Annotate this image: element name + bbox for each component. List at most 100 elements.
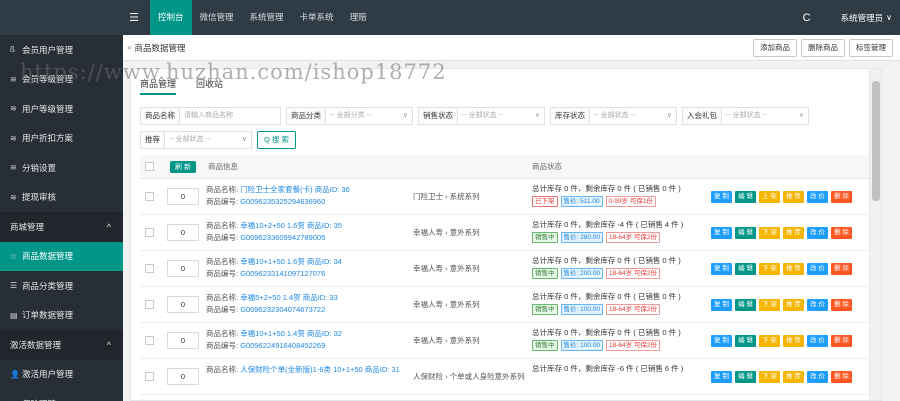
select-all-checkbox[interactable] [145, 162, 154, 171]
sidebar-item[interactable]: ≋ 用户折扣方案 [0, 124, 123, 154]
row-action-button[interactable]: 推 荐 [783, 227, 804, 239]
product-name[interactable]: 幸福10+2+50 1.6贺 商品ID: 35 [240, 221, 342, 230]
scrollbar-thumb[interactable] [872, 81, 880, 201]
nav-item[interactable]: 控制台 [150, 0, 192, 35]
user-menu[interactable]: 系统管理员 [841, 12, 884, 24]
row-checkbox[interactable] [145, 192, 154, 201]
search-button[interactable]: Q搜 索 [257, 131, 296, 149]
top-action-button[interactable]: 添加商品 [753, 39, 797, 57]
filter-select[interactable]: -- 全部分类 -- ∨ [326, 108, 412, 124]
vertical-scrollbar[interactable] [869, 69, 881, 400]
sidebar-item[interactable]: ☆ 商品数据管理 [0, 241, 123, 271]
sort-input[interactable]: 0 [167, 188, 199, 205]
row-checkbox[interactable] [145, 300, 154, 309]
row-action-button[interactable]: 下 架 [759, 299, 780, 311]
row-action-button[interactable]: 删 除 [831, 299, 852, 311]
top-action-button[interactable]: 标签管理 [849, 39, 893, 57]
sidebar-item[interactable]: ≋ 用户等级管理 [0, 94, 123, 124]
tab[interactable]: 回收站 [196, 77, 223, 95]
tab[interactable]: 商品管理 [140, 77, 177, 95]
hamburger-icon[interactable]: ☰ [123, 11, 145, 24]
row-action-button[interactable]: 删 除 [831, 263, 852, 275]
row-action-button[interactable]: 编 辑 [735, 191, 756, 203]
sidebar-item[interactable]: ⊙保险理赔 [0, 389, 123, 401]
row-action-button[interactable]: 下 架 [759, 371, 780, 383]
row-action-button[interactable]: 删 除 [831, 227, 852, 239]
row-checkbox[interactable] [145, 228, 154, 237]
status-badges: 已下架 售价: 511.00 0-99岁 可保1份 [532, 196, 681, 207]
row-action-button[interactable]: 编 辑 [735, 263, 756, 275]
sidebar-item[interactable]: ▤ 订单数据管理 [0, 301, 123, 331]
refresh-button[interactable]: 刷 新 [170, 160, 196, 173]
sort-input[interactable]: 0 [167, 224, 199, 241]
row-action-button[interactable]: 改 价 [807, 227, 828, 239]
sidebar-item[interactable]: ≋ 分销设置 [0, 153, 123, 183]
row-action-button[interactable]: 复 制 [711, 335, 732, 347]
row-action-button[interactable]: 复 制 [711, 263, 732, 275]
row-action-button[interactable]: 改 价 [807, 263, 828, 275]
product-name[interactable]: 人保财险个单(全新版)1-6类 10+1+50 商品ID: 31 [240, 365, 400, 374]
sort-input[interactable]: 0 [167, 332, 199, 349]
row-checkbox[interactable] [145, 336, 154, 345]
row-action-button[interactable]: 编 辑 [735, 227, 756, 239]
row-action-button[interactable]: 改 价 [807, 371, 828, 383]
row-action-button[interactable]: 推 荐 [783, 299, 804, 311]
chevron-down-icon[interactable]: ∨ [886, 13, 892, 22]
row-action-button[interactable]: 下 架 [759, 335, 780, 347]
product-code: G0096235325294636960 [240, 197, 326, 206]
row-checkbox[interactable] [145, 264, 154, 273]
status-badge: 销售中 [532, 304, 558, 315]
nav-item[interactable]: 系统管理 [242, 0, 292, 35]
row-action-button[interactable]: 推 荐 [783, 371, 804, 383]
nav-item[interactable]: 卡单系统 [292, 0, 342, 35]
sort-input[interactable]: 0 [167, 260, 199, 277]
row-action-button[interactable]: 编 辑 [735, 371, 756, 383]
filter-select[interactable]: -- 全部状态 -- ∨ [165, 132, 251, 148]
filter-select[interactable]: -- 全部状态 -- ∨ [590, 108, 676, 124]
row-action-button[interactable]: 下 架 [759, 263, 780, 275]
row-action-button[interactable]: 推 荐 [783, 191, 804, 203]
row-action-button[interactable]: 删 除 [831, 191, 852, 203]
sort-input[interactable]: 0 [167, 368, 199, 385]
row-action-button[interactable]: 推 荐 [783, 263, 804, 275]
row-action-button[interactable]: 改 价 [807, 335, 828, 347]
row-checkbox[interactable] [145, 372, 154, 381]
row-action-button[interactable]: 复 制 [711, 299, 732, 311]
sort-input[interactable]: 0 [167, 296, 199, 313]
sidebar-group[interactable]: 激活数据管理 ^ [0, 330, 123, 360]
row-action-button[interactable]: 改 价 [807, 191, 828, 203]
table-body: 0 商品名称: 门险卫士全家套餐(卡) 商品ID: 36 商品编号: G009623… [140, 179, 871, 395]
row-action-button[interactable]: 上 架 [759, 191, 780, 203]
filter-input[interactable]: 请输入商品名称 [180, 108, 280, 124]
sidebar-item[interactable]: ≋ 提现审核 [0, 183, 123, 213]
row-action-button[interactable]: 编 辑 [735, 335, 756, 347]
row-action-button[interactable]: 删 除 [831, 371, 852, 383]
product-name[interactable]: 幸福10+1+50 1.4贺 商品ID: 32 [240, 329, 342, 338]
sidebar-item[interactable]: 👤 激活用户管理 [0, 360, 123, 390]
menu-icon: ≋ [10, 104, 17, 114]
row-action-button[interactable]: 删 除 [831, 335, 852, 347]
row-action-button[interactable]: 复 制 [711, 371, 732, 383]
page-title: 商品数据管理 [134, 42, 186, 53]
row-action-button[interactable]: 推 荐 [783, 335, 804, 347]
product-name[interactable]: 门险卫士全家套餐(卡) 商品ID: 36 [240, 185, 350, 194]
table-header: 刷 新 商品信息 商品状态 [140, 155, 871, 179]
filter-select[interactable]: -- 全部状态 -- ∨ [458, 108, 544, 124]
sidebar-item[interactable]: ß 会员用户管理 [0, 35, 123, 65]
filter-select[interactable]: -- 全部状态 -- ∨ [722, 108, 808, 124]
row-action-button[interactable]: 复 制 [711, 227, 732, 239]
refresh-icon[interactable]: C [803, 12, 811, 24]
chevron-down-icon: ∨ [402, 112, 408, 119]
nav-item[interactable]: 微信管理 [192, 0, 242, 35]
top-action-button[interactable]: 删除商品 [801, 39, 845, 57]
product-name[interactable]: 幸福5+2+50 1.4贺 商品ID: 33 [240, 293, 338, 302]
row-action-button[interactable]: 改 价 [807, 299, 828, 311]
product-name[interactable]: 幸福10+1+50 1.6贺 商品ID: 34 [240, 257, 342, 266]
row-action-button[interactable]: 下 架 [759, 227, 780, 239]
row-action-button[interactable]: 复 制 [711, 191, 732, 203]
row-action-button[interactable]: 编 辑 [735, 299, 756, 311]
sidebar-group[interactable]: 商城管理 ^ [0, 212, 123, 242]
sidebar-item[interactable]: ≋ 会员等级管理 [0, 65, 123, 95]
nav-item[interactable]: 理赔 [342, 0, 375, 35]
sidebar-item[interactable]: ☰ 商品分类管理 [0, 271, 123, 301]
